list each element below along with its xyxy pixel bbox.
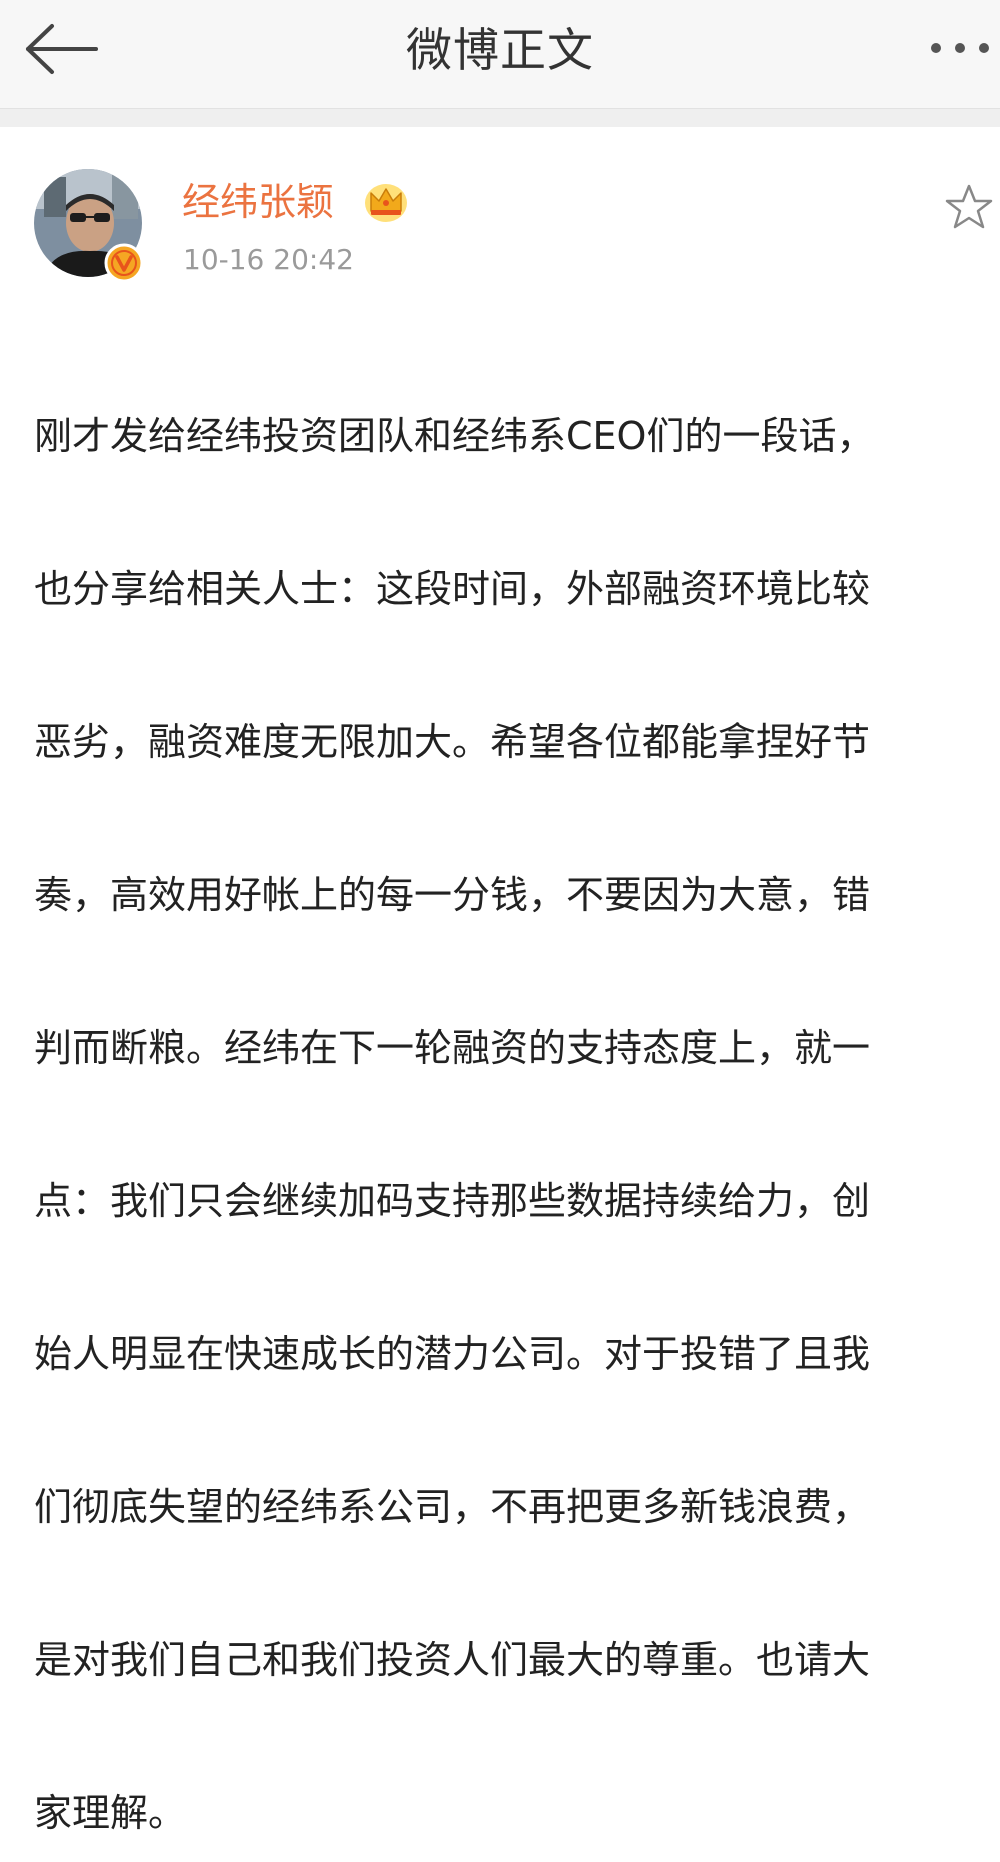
nav-bar: 微博正文 (0, 0, 1000, 109)
post-body-line: 刚才发给经纬投资团队和经纬系CEO们的一段话， (34, 414, 875, 458)
post-body-line: 判而断粮。经纬在下一轮融资的支持态度上，就一 (34, 1026, 871, 1070)
author-name[interactable]: 经纬张颖 (182, 179, 334, 225)
weibo-post: 经纬张颖 10-16 20:42 刚才发给经纬投资团队和经纬系CEO们的一段话，… (0, 127, 1000, 1835)
post-body-line: 是对我们自己和我们投资人们最大的尊重。也请大 (34, 1638, 871, 1682)
more-dots-icon (931, 43, 989, 53)
page-title: 微博正文 (406, 23, 594, 77)
post-body-line: 也分享给相关人士：这段时间，外部融资环境比较 (34, 567, 871, 611)
section-divider (0, 109, 1000, 127)
post-body-line: 们彻底失望的经纬系公司，不再把更多新钱浪费， (34, 1485, 871, 1529)
more-button[interactable] (920, 26, 1000, 70)
star-outline-icon (945, 184, 993, 229)
post-body-line: 奏，高效用好帐上的每一分钱，不要因为大意，错 (34, 873, 871, 917)
post-body: 刚才发给经纬投资团队和经纬系CEO们的一段话， 也分享给相关人士：这段时间，外部… (34, 309, 984, 1862)
favorite-button[interactable] (944, 183, 994, 231)
verified-v-icon (104, 243, 144, 283)
verified-badge (104, 243, 144, 283)
post-body-line: 点：我们只会继续加码支持那些数据持续给力，创 (34, 1179, 871, 1223)
crown-icon (362, 179, 410, 223)
post-body-line: 家理解。 (34, 1791, 187, 1835)
post-body-line: 始人明显在快速成长的潜力公司。对于投错了且我 (34, 1332, 871, 1376)
post-timestamp: 10-16 20:42 (183, 243, 354, 276)
post-body-line: 恶劣，融资难度无限加大。希望各位都能拿捏好节 (34, 720, 871, 764)
